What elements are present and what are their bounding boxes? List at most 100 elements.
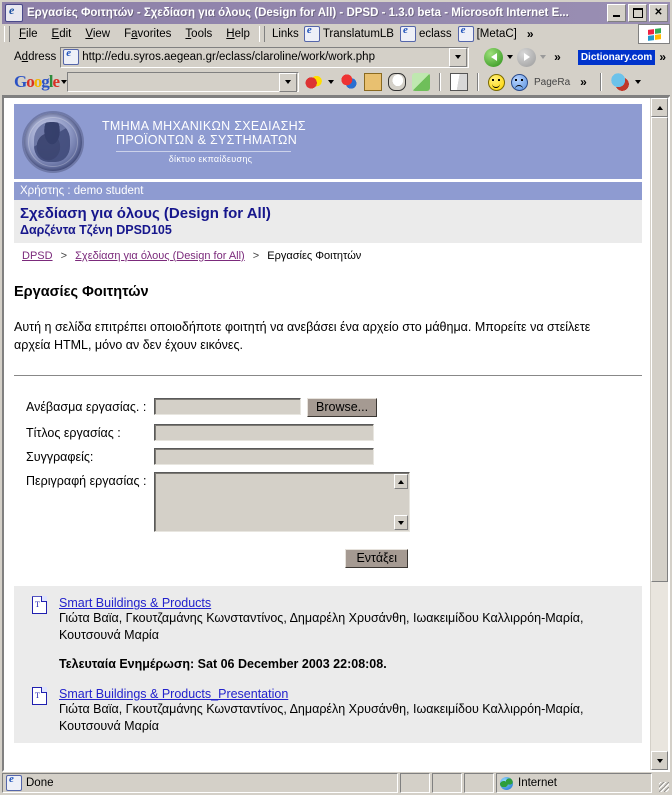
file-link[interactable]: Smart Buildings & Products_Presentation (59, 687, 632, 701)
acrobat-icon[interactable] (610, 73, 629, 91)
links-grip[interactable] (258, 26, 265, 42)
globe-icon (500, 776, 513, 790)
menu-item-edit[interactable]: Edit (45, 26, 79, 42)
menu-bar: File Edit View Favorites Tools Help Link… (2, 24, 670, 45)
toolbar-divider (439, 73, 442, 91)
scroll-up-button[interactable] (651, 98, 668, 117)
window-title: Εργασίες Φοιτητών - Σχεδίαση για όλους (… (27, 7, 569, 19)
dictionary-button[interactable]: Dictionary.com (577, 49, 656, 65)
page-title: Εργασίες Φοιτητών (14, 284, 149, 300)
windows-logo-icon (638, 24, 670, 44)
upload-form: Ανέβασμα εργασίας. : Browse... Τίτλος ερ… (14, 398, 642, 569)
toolbar-divider (477, 73, 480, 91)
links-label: Links (271, 28, 299, 40)
upload-field-row: Ανέβασμα εργασίας. : Browse... (14, 398, 642, 418)
upload-label: Ανέβασμα εργασίας. : (26, 400, 147, 415)
menu-items: File Edit View Favorites Tools Help (12, 24, 257, 44)
menu-grip[interactable] (4, 26, 10, 42)
scroll-down-icon[interactable] (394, 515, 408, 531)
links-bar: Links TranslatumLB eclass [MetaC] » (267, 24, 670, 44)
google-overflow-icon[interactable]: » (576, 75, 591, 89)
document-icon: T (32, 687, 47, 705)
scroll-up-icon[interactable] (394, 474, 408, 490)
highlight-icon[interactable] (412, 73, 431, 91)
breadcrumb-link-dpsd[interactable]: DPSD (22, 250, 53, 262)
address-dropdown-icon[interactable] (449, 47, 468, 67)
security-zone-label: Internet (518, 777, 557, 789)
menu-item-view[interactable]: View (78, 26, 117, 42)
address-bar: Address http://edu.syros.aegean.gr/eclas… (2, 45, 670, 69)
list-item: T Smart Buildings & Products Γιώτα Βαϊα,… (14, 596, 642, 673)
vote-down-icon[interactable] (511, 73, 529, 91)
breadcrumb-separator: > (252, 250, 260, 262)
dictionary-overflow-icon[interactable]: » (655, 50, 670, 64)
banner-divider (116, 151, 291, 152)
link-translatumlb[interactable]: TranslatumLB (303, 24, 400, 42)
acrobat-dropdown-icon[interactable] (634, 80, 641, 84)
menu-item-tools[interactable]: Tools (178, 26, 219, 42)
image-frame-icon[interactable] (364, 73, 383, 91)
search-site-dropdown-icon[interactable] (328, 80, 335, 84)
forward-history-icon[interactable] (540, 55, 547, 59)
toolbar-overflow-icon[interactable]: » (550, 50, 565, 64)
breadcrumb-link-course[interactable]: Σχεδίαση για όλους (Design for All) (75, 250, 245, 262)
link-metac[interactable]: [MetaC] (457, 24, 523, 42)
submitted-files-list: T Smart Buildings & Products Γιώτα Βαϊα,… (14, 586, 642, 743)
page-icon (399, 24, 416, 42)
maximize-button[interactable] (628, 4, 647, 22)
textarea-scrollbar[interactable] (394, 474, 408, 531)
minimize-button[interactable] (607, 4, 626, 22)
google-toolbar: Google PageRa » (2, 69, 670, 96)
upload-file-input[interactable] (154, 398, 301, 416)
search-site-icon[interactable] (304, 73, 323, 91)
forward-button[interactable] (517, 47, 537, 67)
status-message: Done (26, 777, 54, 789)
scroll-down-button[interactable] (651, 751, 668, 770)
back-button[interactable] (484, 47, 504, 67)
breadcrumb-current: Εργασίες Φοιτητών (267, 250, 362, 262)
scrollbar-thumb[interactable] (651, 117, 668, 582)
close-button[interactable]: ✕ (649, 4, 668, 22)
address-input[interactable]: http://edu.syros.aegean.gr/eclass/clarol… (60, 46, 470, 68)
submit-button[interactable]: Εντάξει (345, 549, 408, 569)
navigation-buttons: » (481, 47, 568, 67)
browse-button[interactable]: Browse... (307, 398, 378, 418)
description-textarea[interactable] (154, 472, 410, 533)
menu-item-help[interactable]: Help (219, 26, 257, 42)
status-message-cell: Done (2, 773, 398, 793)
vote-up-icon[interactable] (488, 73, 506, 91)
list-item: T Smart Buildings & Products_Presentatio… (14, 687, 642, 737)
resize-grip[interactable] (654, 773, 670, 793)
file-link[interactable]: Smart Buildings & Products (59, 596, 632, 610)
file-authors: Γιώτα Βαϊα, Γκουτζαμάνης Κωνσταντίνος, Δ… (59, 611, 584, 643)
news-icon[interactable] (450, 73, 469, 91)
google-search-dropdown-icon[interactable] (279, 72, 298, 92)
scrollbar-track[interactable] (651, 117, 668, 751)
menu-item-favorites[interactable]: Favorites (117, 26, 178, 42)
authors-label: Συγγραφείς: (26, 450, 94, 465)
page-scrollbar[interactable] (650, 98, 668, 770)
close-icon: ✕ (654, 7, 663, 18)
title-input[interactable] (154, 424, 374, 442)
university-seal-icon (22, 110, 84, 173)
menu-item-file[interactable]: File (12, 26, 45, 42)
page-content: ΤΜΗΜΑ ΜΗΧΑΝΙΚΩΝ ΣΧΕΔΙΑΣΗΣ ΠΡΟΪΟΝΤΩΝ & ΣΥ… (4, 98, 650, 770)
authors-field-row: Συγγραφείς: (14, 448, 642, 466)
link-eclass[interactable]: eclass (399, 24, 458, 42)
search-magnifier-icon[interactable] (340, 73, 359, 91)
course-subtitle: Δαρζέντα Τζένη DPSD105 (20, 223, 172, 237)
speech-bubble-icon[interactable] (388, 73, 407, 91)
banner-text: ΤΜΗΜΑ ΜΗΧΑΝΙΚΩΝ ΣΧΕΔΙΑΣΗΣ ΠΡΟΪΟΝΤΩΝ & ΣΥ… (102, 119, 306, 164)
address-label: Address (14, 51, 57, 63)
back-history-icon[interactable] (507, 55, 514, 59)
security-zone-cell[interactable]: Internet (496, 773, 652, 793)
google-search-input[interactable] (67, 72, 300, 92)
links-overflow-icon[interactable]: » (523, 27, 538, 41)
internet-explorer-icon (5, 3, 23, 22)
title-bar: Εργασίες Φοιτητών - Σχεδίαση για όλους (… (2, 2, 670, 24)
file-updated: Τελευταία Ενημέρωση: Sat 06 December 200… (59, 657, 387, 671)
description-field-row: Περιγραφή εργασίας : (14, 472, 642, 533)
authors-input[interactable] (154, 448, 374, 466)
banner-line-2: ΠΡΟΪΟΝΤΩΝ & ΣΥΣΤΗΜΑΤΩΝ (116, 133, 298, 147)
browser-window: Εργασίες Φοιτητών - Σχεδίαση για όλους (… (0, 0, 672, 795)
